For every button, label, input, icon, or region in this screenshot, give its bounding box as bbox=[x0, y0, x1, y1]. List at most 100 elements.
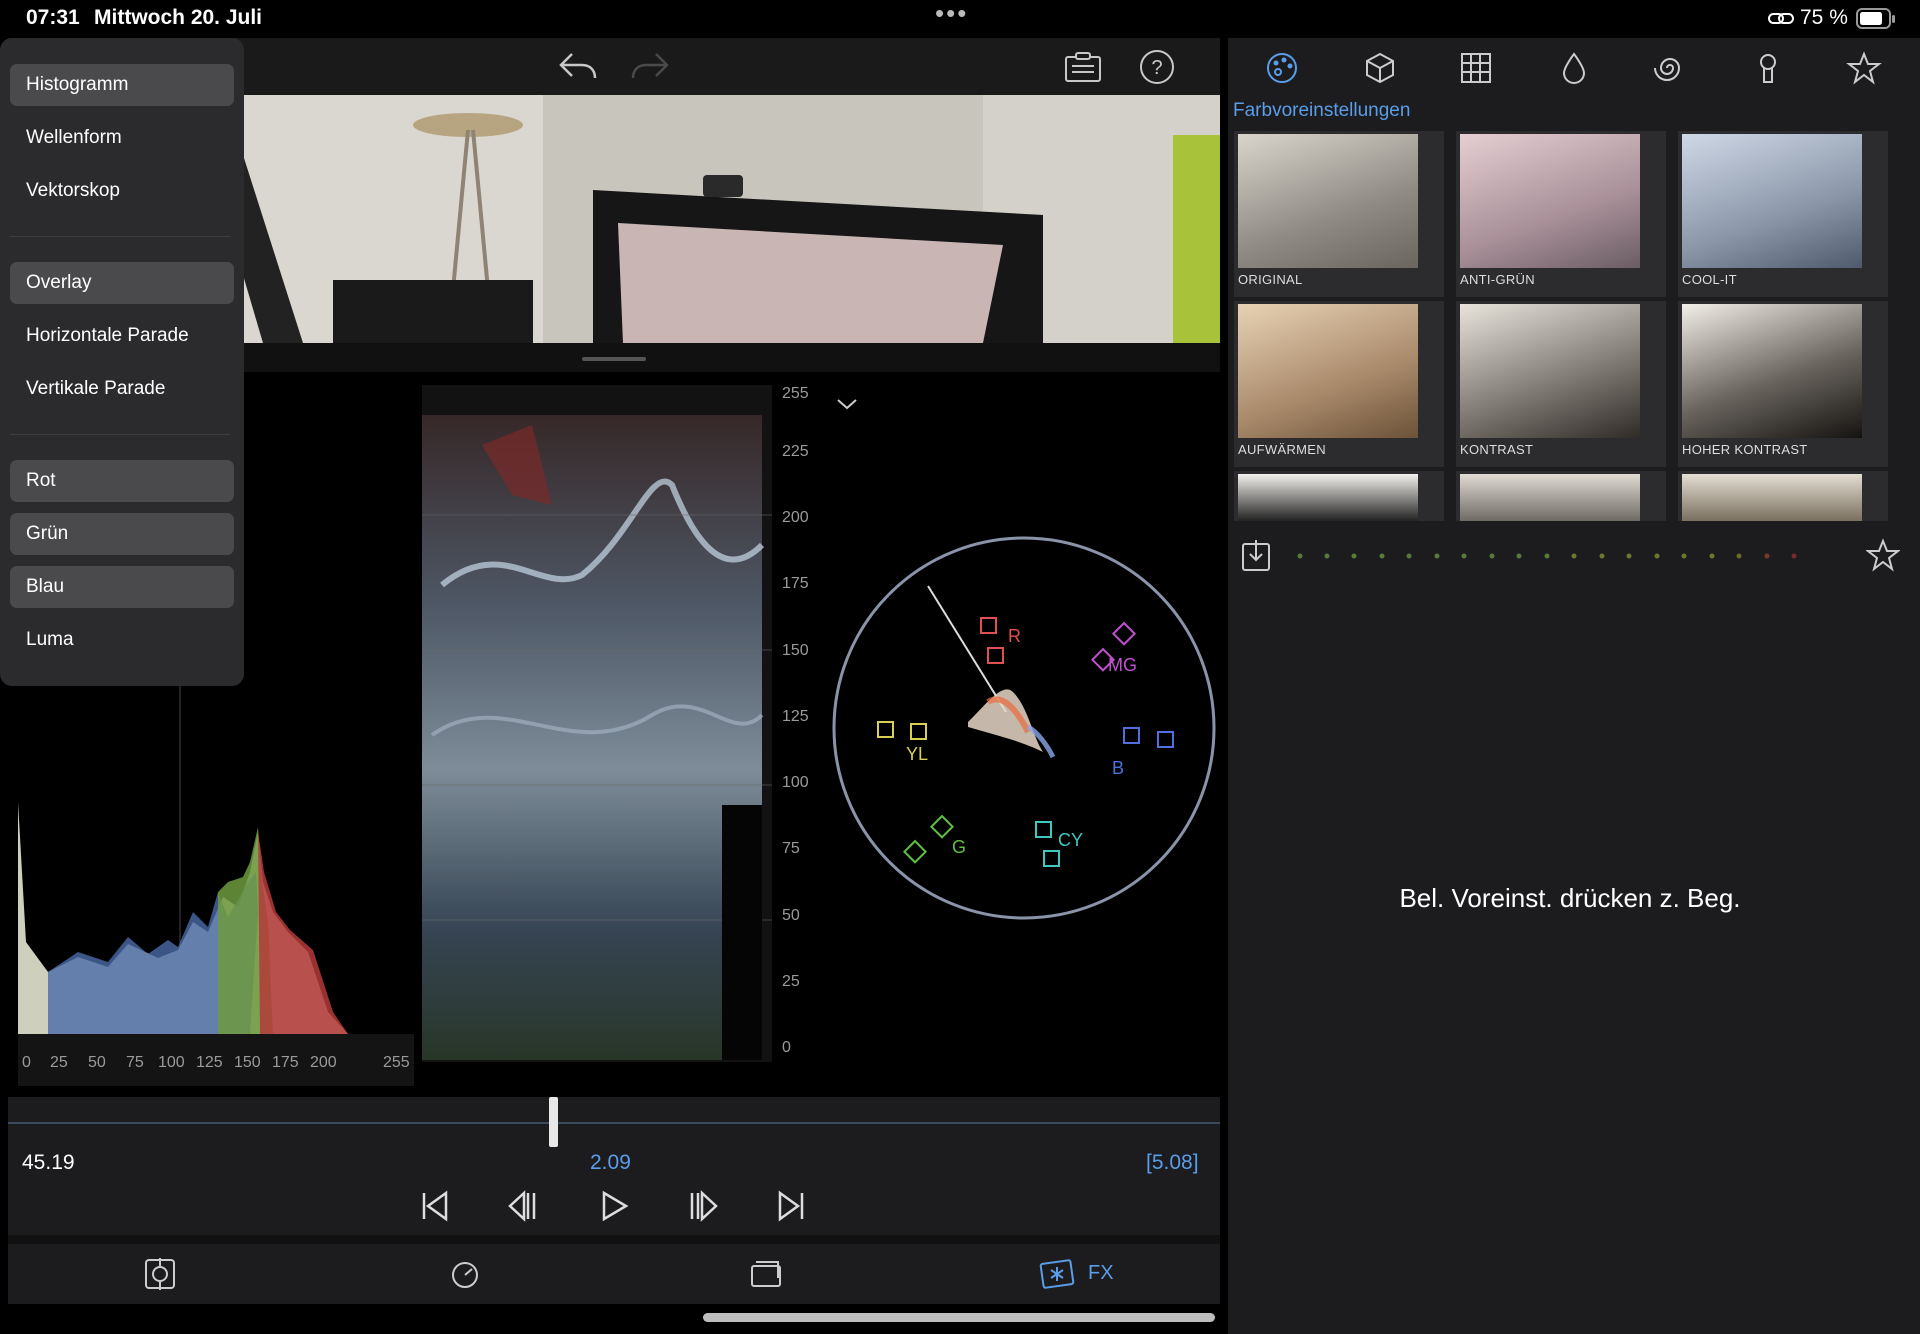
hist-tick: 175 bbox=[272, 1054, 299, 1071]
palette-icon[interactable] bbox=[1264, 50, 1300, 86]
video-preview[interactable] bbox=[243, 95, 1220, 343]
target-icon[interactable] bbox=[142, 1256, 178, 1292]
preset-thumbnail bbox=[1238, 474, 1418, 521]
speedometer-icon[interactable] bbox=[448, 1258, 482, 1292]
wf-tick: 100 bbox=[782, 774, 809, 791]
help-icon[interactable]: ? bbox=[1138, 48, 1176, 86]
hist-tick: 150 bbox=[234, 1054, 261, 1071]
menu-item-wellenform[interactable]: Wellenform bbox=[10, 117, 234, 159]
menu-item-horizontale-parade[interactable]: Horizontale Parade bbox=[10, 315, 234, 357]
menu-item-histogramm[interactable]: Histogramm bbox=[10, 64, 234, 106]
menu-item-gruen[interactable]: Grün bbox=[10, 513, 234, 555]
preset-thumbnail bbox=[1460, 134, 1640, 268]
status-bar: 07:31 Mittwoch 20. Juli ••• 75 % bbox=[0, 0, 1920, 38]
keyhole-icon[interactable] bbox=[1750, 50, 1786, 86]
menu-item-luma[interactable]: Luma bbox=[10, 619, 234, 661]
wf-tick: 175 bbox=[782, 575, 809, 592]
step-back-icon[interactable] bbox=[506, 1189, 540, 1223]
undo-icon[interactable] bbox=[558, 50, 598, 84]
preset-thumbnail bbox=[1460, 474, 1640, 521]
fx-label[interactable]: FX bbox=[1088, 1262, 1114, 1285]
import-icon[interactable] bbox=[1240, 538, 1272, 572]
preset-label: AUFWÄRMEN bbox=[1238, 442, 1326, 457]
effects-tab-bar bbox=[1228, 42, 1920, 92]
preset-anti-gruen[interactable]: ANTI-GRÜN bbox=[1456, 131, 1666, 297]
hist-tick: 0 bbox=[22, 1054, 31, 1071]
home-indicator[interactable] bbox=[703, 1313, 1215, 1322]
preset-partial[interactable] bbox=[1456, 471, 1666, 521]
playhead[interactable] bbox=[548, 1097, 558, 1147]
battery-percent: 75 % bbox=[1800, 6, 1848, 29]
timeline[interactable]: 45.19 2.09 [5.08] bbox=[8, 1097, 1220, 1235]
timecode-current: 2.09 bbox=[590, 1151, 631, 1174]
preview-image bbox=[243, 95, 1220, 343]
vector-label-yl: YL bbox=[906, 744, 929, 764]
preset-page-dots[interactable] bbox=[1292, 550, 1832, 562]
preset-label: HOHER KONTRAST bbox=[1682, 442, 1808, 457]
waveform-scope bbox=[422, 385, 772, 1062]
menu-item-vektorskop[interactable]: Vektorskop bbox=[10, 170, 234, 212]
timecode-duration: [5.08] bbox=[1146, 1151, 1199, 1174]
chevron-down-icon[interactable] bbox=[834, 396, 860, 414]
preset-label: ORIGINAL bbox=[1238, 272, 1303, 287]
preset-thumbnail bbox=[1682, 304, 1862, 438]
preset-kontrast[interactable]: KONTRAST bbox=[1456, 301, 1666, 467]
wf-tick: 0 bbox=[782, 1039, 791, 1056]
skip-end-icon[interactable] bbox=[774, 1189, 808, 1223]
play-icon[interactable] bbox=[596, 1189, 630, 1223]
preset-thumbnail bbox=[1682, 474, 1862, 521]
preset-thumbnail bbox=[1460, 304, 1640, 438]
hist-tick: 100 bbox=[158, 1054, 185, 1071]
multitask-dots[interactable]: ••• bbox=[935, 0, 968, 29]
hist-tick: 50 bbox=[88, 1054, 106, 1071]
skip-start-icon[interactable] bbox=[418, 1189, 452, 1223]
menu-item-overlay[interactable]: Overlay bbox=[10, 262, 234, 304]
preset-cool-it[interactable]: COOL-IT bbox=[1678, 131, 1888, 297]
clipboard-icon[interactable] bbox=[1063, 50, 1103, 84]
resize-handle[interactable] bbox=[582, 357, 646, 361]
preset-partial[interactable] bbox=[1234, 471, 1444, 521]
vectorscope bbox=[832, 536, 1216, 920]
status-date: Mittwoch 20. Juli bbox=[94, 6, 263, 29]
menu-divider bbox=[10, 434, 230, 435]
preset-thumbnail bbox=[1682, 134, 1862, 268]
wf-tick: 200 bbox=[782, 509, 809, 526]
vector-label-r: R bbox=[1008, 626, 1021, 646]
drop-icon[interactable] bbox=[1556, 50, 1592, 86]
menu-item-rot[interactable]: Rot bbox=[10, 460, 234, 502]
redo-icon[interactable] bbox=[630, 50, 670, 84]
step-forward-icon[interactable] bbox=[686, 1189, 720, 1223]
svg-text:?: ? bbox=[1151, 57, 1162, 79]
menu-divider bbox=[10, 236, 230, 237]
cube-icon[interactable] bbox=[1362, 50, 1398, 86]
status-time: 07:31 bbox=[26, 6, 80, 29]
preset-label: KONTRAST bbox=[1460, 442, 1534, 457]
preset-thumbnail bbox=[1238, 304, 1418, 438]
preset-partial[interactable] bbox=[1678, 471, 1888, 521]
grid-icon[interactable] bbox=[1458, 50, 1494, 86]
hist-tick: 255 bbox=[383, 1054, 410, 1071]
scope-options-menu: Histogramm Wellenform Vektorskop Overlay… bbox=[0, 38, 244, 686]
menu-item-vertikale-parade[interactable]: Vertikale Parade bbox=[10, 368, 234, 410]
timeline-track[interactable] bbox=[8, 1122, 1220, 1124]
fx-icon[interactable] bbox=[1038, 1256, 1078, 1292]
hist-tick: 75 bbox=[126, 1054, 144, 1071]
preset-label: COOL-IT bbox=[1682, 272, 1737, 287]
hist-tick: 200 bbox=[310, 1054, 337, 1071]
histogram-x-axis: 0 25 50 75 100 125 150 175 200 255 bbox=[18, 1054, 414, 1076]
star-icon[interactable] bbox=[1846, 50, 1882, 86]
preset-original[interactable]: ORIGINAL bbox=[1234, 131, 1444, 297]
preset-hoher-kontrast[interactable]: HOHER KONTRAST bbox=[1678, 301, 1888, 467]
hist-tick: 125 bbox=[196, 1054, 223, 1071]
wf-tick: 125 bbox=[782, 708, 809, 725]
crop-icon[interactable] bbox=[746, 1256, 786, 1292]
wf-tick: 25 bbox=[782, 973, 800, 990]
vector-label-g: G bbox=[952, 837, 967, 857]
spiral-icon[interactable] bbox=[1652, 50, 1688, 86]
favorite-star-icon[interactable] bbox=[1866, 538, 1900, 572]
preset-aufwaermen[interactable]: AUFWÄRMEN bbox=[1234, 301, 1444, 467]
wf-tick: 255 bbox=[782, 385, 809, 402]
vector-label-cy: CY bbox=[1058, 830, 1084, 850]
wf-tick: 225 bbox=[782, 443, 809, 460]
menu-item-blau[interactable]: Blau bbox=[10, 566, 234, 608]
